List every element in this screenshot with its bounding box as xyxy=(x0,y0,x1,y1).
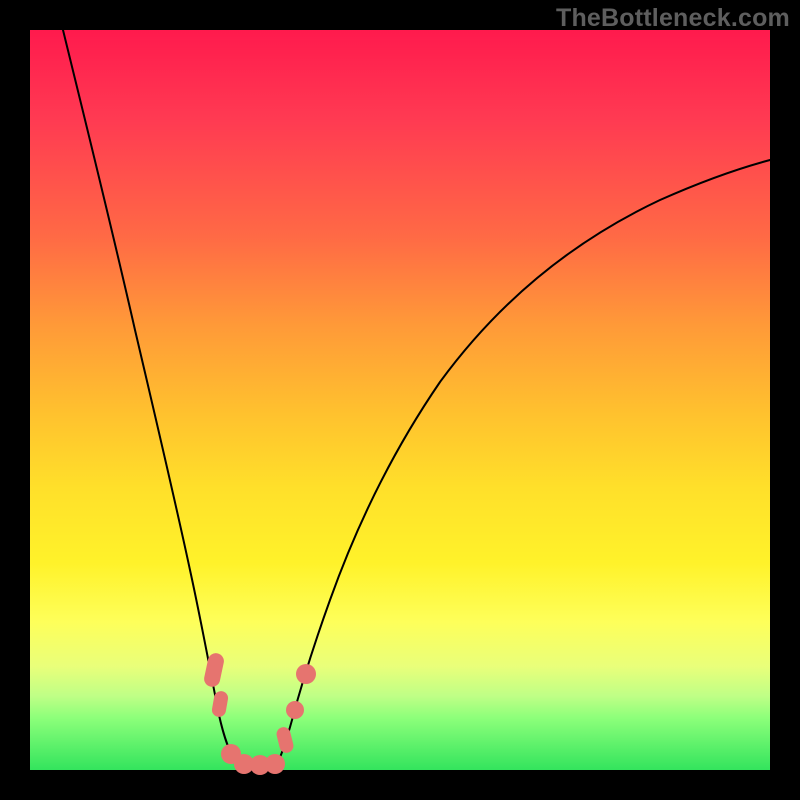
marker-pill xyxy=(211,690,229,718)
marker-pill xyxy=(203,652,226,689)
curves-layer xyxy=(30,30,770,770)
curve-right xyxy=(274,160,770,770)
chart-stage: TheBottleneck.com xyxy=(0,0,800,800)
markers-group xyxy=(203,652,316,775)
marker-dot xyxy=(265,754,285,774)
plot-area xyxy=(30,30,770,770)
watermark-text: TheBottleneck.com xyxy=(556,4,790,33)
marker-dot xyxy=(286,701,304,719)
marker-dot xyxy=(296,664,316,684)
marker-pill xyxy=(275,726,295,755)
